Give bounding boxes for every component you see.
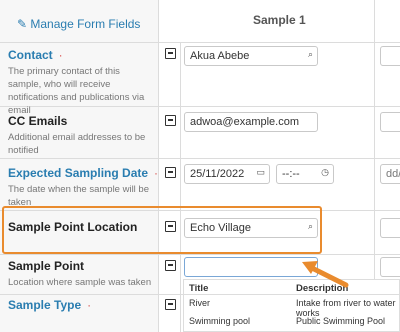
manage-form-fields-link[interactable]: ✎ Manage Form Fields bbox=[17, 17, 140, 31]
sample-point-input-next-column[interactable] bbox=[380, 257, 400, 277]
sample-point-dropdown: Title Description River Intake from rive… bbox=[183, 279, 400, 332]
sample-point-label: Sample Point bbox=[8, 259, 85, 273]
required-marker: · bbox=[87, 298, 92, 312]
sampling-time-input[interactable]: --:-- ◷ bbox=[276, 164, 334, 184]
contact-input[interactable]: Akua Abebe ⌕ bbox=[184, 46, 318, 66]
sampling-date-description: The date when the sample will be taken bbox=[8, 184, 149, 206]
dropdown-row[interactable]: River Intake from river to water works bbox=[184, 295, 399, 318]
sampling-date-label: Expected Sampling Date · bbox=[8, 166, 159, 180]
sample-point-location-input-next-column[interactable] bbox=[380, 218, 400, 238]
cc-emails-label: CC Emails bbox=[8, 114, 68, 128]
copy-to-all-icon[interactable] bbox=[165, 48, 176, 59]
row-divider bbox=[0, 42, 400, 43]
cc-emails-input-next-column[interactable] bbox=[380, 112, 400, 132]
sample-type-label: Sample Type · bbox=[8, 298, 92, 312]
dropdown-row-title: River bbox=[189, 298, 211, 308]
arrow-annotation-icon bbox=[302, 261, 349, 288]
copy-to-all-icon[interactable] bbox=[165, 260, 176, 271]
contact-label: Contact · bbox=[8, 48, 63, 62]
required-marker: · bbox=[154, 166, 159, 180]
row-divider bbox=[0, 254, 400, 255]
dropdown-header-title: Title bbox=[189, 283, 209, 294]
clock-icon[interactable]: ◷ bbox=[321, 167, 329, 178]
copy-to-all-icon[interactable] bbox=[165, 167, 176, 178]
cc-emails-description: Additional email addresses to be notifie… bbox=[8, 132, 146, 156]
required-marker: · bbox=[58, 48, 63, 62]
contact-description: The primary contact of this sample, who … bbox=[8, 66, 145, 116]
sample-point-description: Location where sample was taken bbox=[8, 277, 152, 288]
cc-emails-input[interactable]: adwoa@example.com bbox=[184, 112, 318, 132]
sampling-date-input[interactable]: 25/11/2022 ▭ bbox=[184, 164, 270, 184]
dropdown-row[interactable]: Swimming pool Public Swimming Pool bbox=[184, 313, 399, 331]
row-divider bbox=[0, 158, 400, 159]
calendar-icon[interactable]: ▭ bbox=[256, 167, 265, 178]
contact-input-next-column[interactable] bbox=[380, 46, 400, 66]
column-divider bbox=[180, 42, 181, 332]
highlight-box bbox=[2, 206, 322, 254]
copy-to-all-icon[interactable] bbox=[165, 299, 176, 310]
copy-to-all-icon[interactable] bbox=[165, 115, 176, 126]
dropdown-row-title: Swimming pool bbox=[189, 316, 251, 326]
sampling-date-input-next-column[interactable]: dd/ bbox=[380, 164, 400, 184]
search-icon[interactable]: ⌕ bbox=[308, 49, 313, 60]
sample-add-form: ✎ Manage Form Fields Sample 1 Contact · T… bbox=[0, 0, 400, 332]
column-divider bbox=[158, 0, 159, 332]
sample-column-title: Sample 1 bbox=[253, 13, 306, 27]
dropdown-row-description: Public Swimming Pool bbox=[296, 316, 386, 326]
sample-point-input[interactable]: ⌕ bbox=[184, 257, 318, 277]
